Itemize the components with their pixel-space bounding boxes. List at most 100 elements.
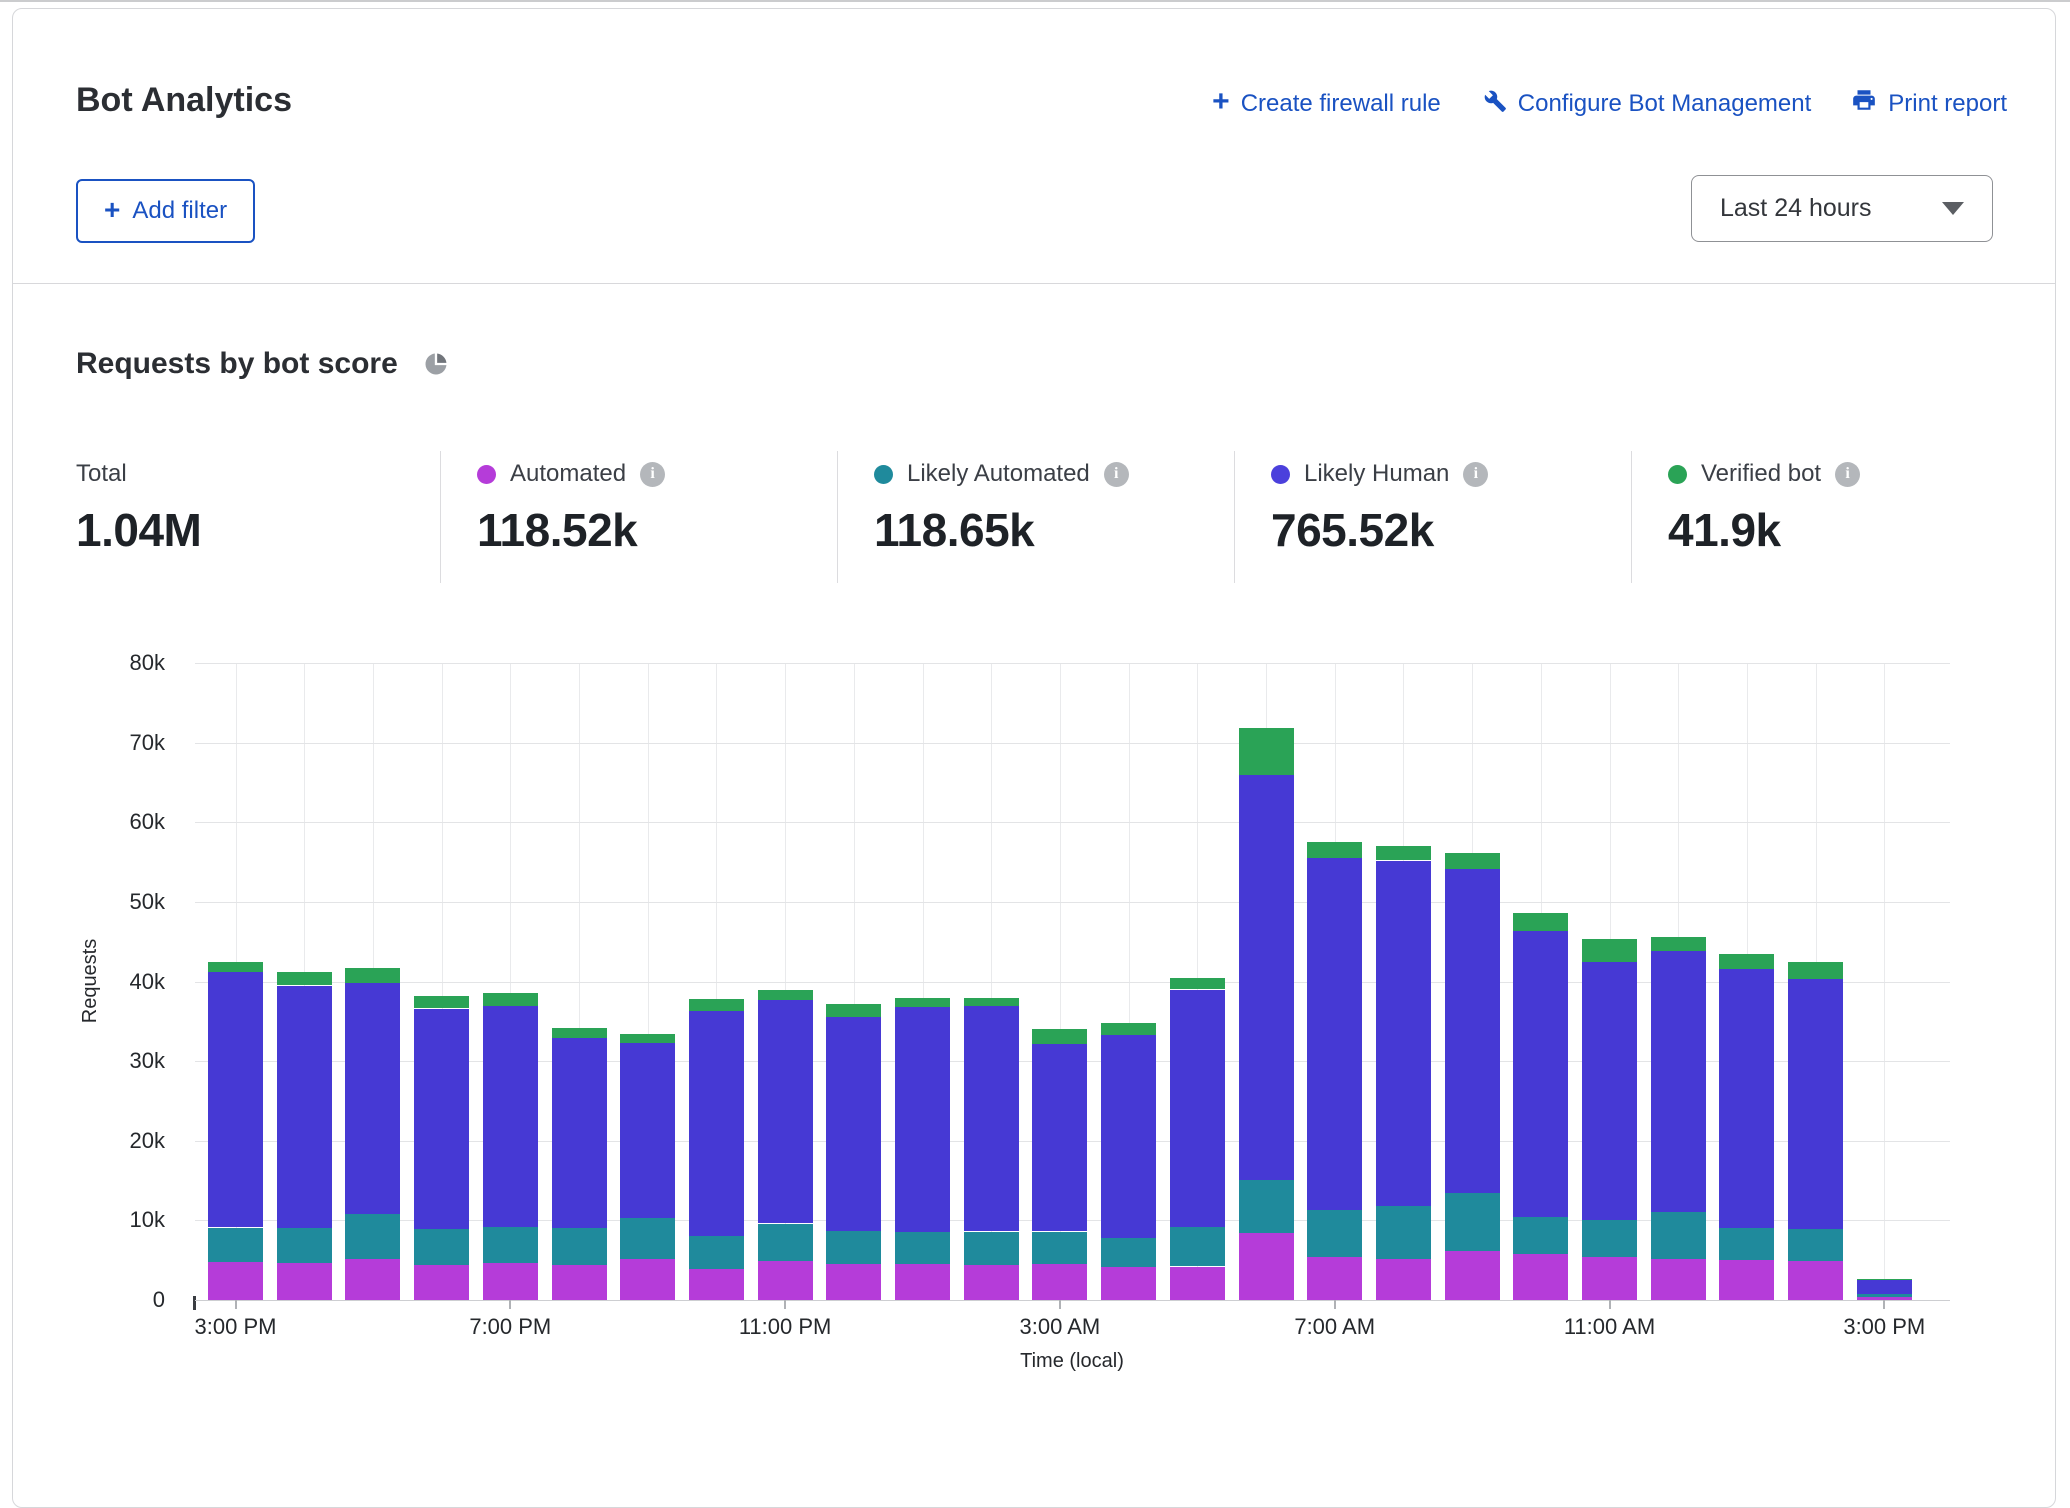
chart-bar-segment-verified-bot[interactable] (1376, 846, 1431, 860)
chart-bar-segment-automated[interactable] (1376, 1259, 1431, 1300)
chart-bar-segment-likely-automated[interactable] (414, 1229, 469, 1265)
chart-bar-segment-likely-human[interactable] (689, 1011, 744, 1236)
chart-bar-segment-likely-automated[interactable] (1170, 1227, 1225, 1267)
chart-bar-segment-likely-automated[interactable] (964, 1232, 1019, 1265)
chart-bar-segment-verified-bot[interactable] (964, 998, 1019, 1006)
chart-bar-segment-likely-human[interactable] (1376, 861, 1431, 1207)
chart-bar-segment-likely-human[interactable] (620, 1043, 675, 1218)
chart-bar-segment-automated[interactable] (1788, 1261, 1843, 1300)
add-filter-button[interactable]: + Add filter (76, 179, 255, 243)
chart-bar-segment-automated[interactable] (1032, 1264, 1087, 1300)
chart-bar-segment-likely-human[interactable] (1513, 931, 1568, 1218)
chart-bar-segment-automated[interactable] (1239, 1233, 1294, 1300)
chart-bar-segment-verified-bot[interactable] (208, 962, 263, 972)
chart-bar-segment-automated[interactable] (1445, 1251, 1500, 1300)
chart-bar-segment-automated[interactable] (964, 1265, 1019, 1300)
chart-bar-segment-likely-automated[interactable] (1788, 1229, 1843, 1261)
chart-bar-segment-likely-automated[interactable] (552, 1228, 607, 1265)
chart-bar-segment-verified-bot[interactable] (552, 1028, 607, 1038)
chart-bar-segment-likely-human[interactable] (1719, 969, 1774, 1228)
info-icon[interactable]: i (640, 462, 665, 487)
chart-bar-segment-likely-human[interactable] (1857, 1280, 1912, 1294)
chart-bar-segment-verified-bot[interactable] (1032, 1029, 1087, 1044)
chart-bar-segment-verified-bot[interactable] (1857, 1279, 1912, 1280)
chart-bar-segment-likely-automated[interactable] (1582, 1220, 1637, 1257)
chart-bar-segment-verified-bot[interactable] (689, 999, 744, 1011)
chart-bar-segment-verified-bot[interactable] (620, 1034, 675, 1043)
create-firewall-rule-link[interactable]: + Create firewall rule (1212, 90, 1441, 118)
chart-bar-segment-likely-human[interactable] (1651, 951, 1706, 1212)
time-range-select[interactable]: Last 24 hours (1691, 175, 1993, 242)
chart-bar-segment-automated[interactable] (1651, 1259, 1706, 1300)
chart-bar-segment-likely-human[interactable] (1170, 990, 1225, 1227)
chart-bar-segment-likely-automated[interactable] (1307, 1210, 1362, 1257)
chart-bar-segment-automated[interactable] (277, 1263, 332, 1300)
chart-bar-segment-likely-human[interactable] (1101, 1035, 1156, 1238)
chart-bar-segment-automated[interactable] (208, 1262, 263, 1300)
chart-bar-segment-automated[interactable] (758, 1261, 813, 1300)
chart-bar-segment-likely-human[interactable] (483, 1006, 538, 1227)
chart-bar-segment-automated[interactable] (620, 1259, 675, 1300)
chart-bar-segment-automated[interactable] (895, 1264, 950, 1300)
chart-bar-segment-likely-human[interactable] (277, 986, 332, 1228)
chart-bar-segment-likely-automated[interactable] (826, 1231, 881, 1264)
chart-bar-segment-likely-automated[interactable] (758, 1224, 813, 1261)
chart-bar-segment-likely-human[interactable] (208, 972, 263, 1228)
chart-bar-segment-likely-human[interactable] (552, 1038, 607, 1228)
chart-bar-segment-automated[interactable] (1513, 1254, 1568, 1300)
chart-bar-segment-likely-automated[interactable] (1032, 1232, 1087, 1265)
chart-bar-segment-likely-automated[interactable] (1445, 1193, 1500, 1251)
chart-bar-segment-automated[interactable] (483, 1263, 538, 1300)
chart-bar-segment-automated[interactable] (414, 1265, 469, 1300)
chart-bar-segment-likely-automated[interactable] (1101, 1238, 1156, 1268)
chart-bar-segment-likely-automated[interactable] (483, 1227, 538, 1264)
chart-bar-segment-automated[interactable] (1307, 1257, 1362, 1300)
chart-bar-segment-likely-automated[interactable] (1513, 1217, 1568, 1254)
chart-bar-segment-automated[interactable] (345, 1259, 400, 1300)
chart-bar-segment-verified-bot[interactable] (1307, 842, 1362, 858)
info-icon[interactable]: i (1835, 462, 1860, 487)
chart-bar-segment-verified-bot[interactable] (1513, 913, 1568, 931)
chart-bar-segment-likely-human[interactable] (345, 983, 400, 1214)
chart-bar-segment-likely-human[interactable] (1239, 775, 1294, 1180)
info-icon[interactable]: i (1463, 462, 1488, 487)
chart-bar-segment-likely-human[interactable] (964, 1006, 1019, 1231)
chart-bar-segment-automated[interactable] (1170, 1267, 1225, 1300)
chart-bar-segment-automated[interactable] (689, 1269, 744, 1300)
chart-bar-segment-verified-bot[interactable] (277, 972, 332, 986)
chart-bar-segment-verified-bot[interactable] (1719, 954, 1774, 968)
chart-bar-segment-likely-human[interactable] (1032, 1044, 1087, 1231)
chart-bar-segment-verified-bot[interactable] (826, 1004, 881, 1018)
chart-bar-segment-automated[interactable] (1101, 1267, 1156, 1300)
chart-bar-segment-verified-bot[interactable] (345, 968, 400, 983)
chart-bar-segment-automated[interactable] (552, 1265, 607, 1300)
chart-bar-segment-likely-automated[interactable] (620, 1218, 675, 1259)
chart-bar-segment-likely-human[interactable] (414, 1009, 469, 1230)
configure-bot-management-link[interactable]: Configure Bot Management (1481, 87, 1812, 120)
chart-bar-segment-likely-automated[interactable] (1239, 1180, 1294, 1233)
chart-bar-segment-verified-bot[interactable] (414, 996, 469, 1009)
chart-bar-segment-verified-bot[interactable] (895, 998, 950, 1007)
chart-bar-segment-likely-human[interactable] (758, 1000, 813, 1224)
chart-bar-segment-verified-bot[interactable] (1651, 937, 1706, 951)
chart-bar-segment-likely-automated[interactable] (1857, 1294, 1912, 1296)
print-report-link[interactable]: Print report (1851, 87, 2007, 120)
chart-bar-segment-likely-automated[interactable] (689, 1236, 744, 1269)
chart-bar-segment-likely-automated[interactable] (1651, 1212, 1706, 1258)
chart-bar-segment-verified-bot[interactable] (483, 993, 538, 1007)
chart-bar-segment-likely-automated[interactable] (277, 1228, 332, 1263)
chart-bar-segment-automated[interactable] (1857, 1297, 1912, 1300)
chart-bar-segment-verified-bot[interactable] (758, 990, 813, 1000)
chart-bar-segment-likely-automated[interactable] (208, 1228, 263, 1262)
chart-bar-segment-likely-automated[interactable] (345, 1214, 400, 1259)
chart-bar-segment-verified-bot[interactable] (1170, 978, 1225, 989)
info-icon[interactable]: i (1104, 462, 1129, 487)
chart-bar-segment-likely-automated[interactable] (895, 1232, 950, 1264)
chart-bar-segment-likely-human[interactable] (1307, 858, 1362, 1210)
chart-bar-segment-verified-bot[interactable] (1788, 962, 1843, 979)
chart-bar-segment-likely-human[interactable] (826, 1017, 881, 1230)
chart-bar-segment-verified-bot[interactable] (1101, 1023, 1156, 1035)
chart-bar-segment-likely-automated[interactable] (1376, 1206, 1431, 1259)
chart-bar-segment-verified-bot[interactable] (1445, 853, 1500, 870)
chart-bar-segment-automated[interactable] (1582, 1257, 1637, 1300)
